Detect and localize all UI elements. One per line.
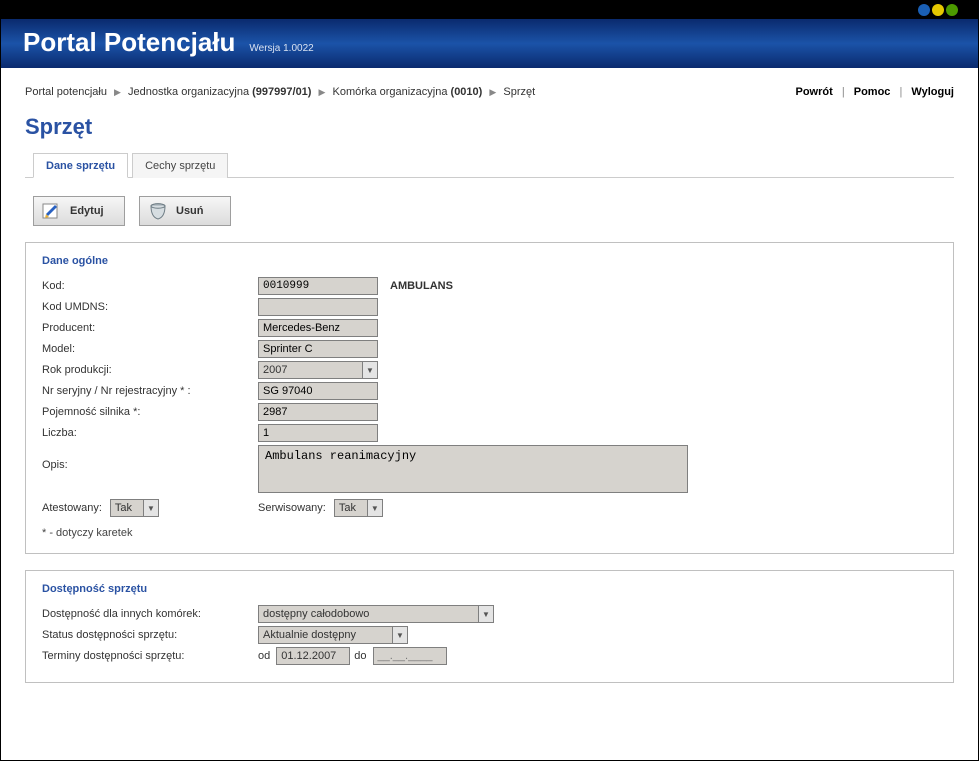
breadcrumb-leaf: Sprzęt bbox=[503, 86, 535, 98]
value-status: Aktualnie dostępny bbox=[263, 629, 392, 641]
breadcrumb-cell-label: Komórka organizacyjna bbox=[333, 86, 448, 98]
value-nr-ser: SG 97040 bbox=[258, 382, 378, 400]
breadcrumb-unit[interactable]: Jednostka organizacyjna (997997/01) bbox=[128, 86, 315, 98]
label-do: do bbox=[354, 650, 366, 662]
app-title: Portal Potencjału bbox=[23, 27, 235, 58]
topbar bbox=[1, 1, 978, 19]
section-availability: Dostępność sprzętu Dostępność dla innych… bbox=[25, 570, 954, 683]
label-serwisowany: Serwisowany: bbox=[258, 502, 326, 514]
value-atestowany-select[interactable]: Tak ▼ bbox=[110, 499, 159, 517]
label-dla-innych: Dostępność dla innych komórek: bbox=[42, 608, 258, 620]
dot-icon bbox=[946, 4, 958, 16]
label-od: od bbox=[258, 650, 270, 662]
value-serwisowany-select[interactable]: Tak ▼ bbox=[334, 499, 383, 517]
label-pojemnosc: Pojemność silnika *: bbox=[42, 406, 258, 418]
edit-icon bbox=[42, 201, 62, 221]
delete-button[interactable]: Usuń bbox=[139, 196, 231, 226]
value-date-from[interactable]: 01.12.2007 bbox=[276, 647, 350, 665]
dot-icon bbox=[918, 4, 930, 16]
value-liczba: 1 bbox=[258, 424, 378, 442]
page-title: Sprzęt bbox=[25, 114, 954, 140]
section-general-legend: Dane ogólne bbox=[42, 255, 937, 267]
delete-button-label: Usuń bbox=[176, 205, 204, 217]
chevron-down-icon: ▼ bbox=[143, 500, 158, 516]
back-link[interactable]: Powrót bbox=[795, 86, 832, 98]
toolbar: Edytuj Usuń bbox=[25, 196, 954, 226]
breadcrumb-root[interactable]: Portal potencjału bbox=[25, 86, 107, 98]
value-serwisowany: Tak bbox=[339, 502, 367, 514]
general-note: * - dotyczy karetek bbox=[42, 527, 937, 539]
breadcrumb-cell-code: (0010) bbox=[451, 86, 483, 98]
value-rok-select[interactable]: 2007 ▼ bbox=[258, 361, 378, 379]
label-status: Status dostępności sprzętu: bbox=[42, 629, 258, 641]
label-kod: Kod: bbox=[42, 280, 258, 292]
chevron-down-icon: ▼ bbox=[392, 627, 407, 643]
label-producent: Producent: bbox=[42, 322, 258, 334]
top-right-actions: Powrót | Pomoc | Wyloguj bbox=[795, 86, 954, 98]
chevron-right-icon: ▶ bbox=[489, 87, 496, 97]
chevron-down-icon: ▼ bbox=[362, 362, 377, 378]
section-availability-legend: Dostępność sprzętu bbox=[42, 583, 937, 595]
value-rok: 2007 bbox=[263, 364, 362, 376]
app-header: Portal Potencjału Wersja 1.0022 bbox=[1, 19, 978, 68]
separator: | bbox=[900, 86, 903, 98]
label-rok: Rok produkcji: bbox=[42, 364, 258, 376]
label-liczba: Liczba: bbox=[42, 427, 258, 439]
value-kod-side: AMBULANS bbox=[390, 280, 453, 292]
value-kod: 0010999 bbox=[258, 277, 378, 295]
label-atestowany: Atestowany: bbox=[42, 502, 102, 514]
chevron-right-icon: ▶ bbox=[114, 87, 121, 97]
value-date-to[interactable]: __.__.____ bbox=[373, 647, 447, 665]
separator: | bbox=[842, 86, 845, 98]
logout-link[interactable]: Wyloguj bbox=[911, 86, 954, 98]
edit-button[interactable]: Edytuj bbox=[33, 196, 125, 226]
logo-dots bbox=[918, 4, 958, 16]
dot-icon bbox=[932, 4, 944, 16]
value-pojemnosc: 2987 bbox=[258, 403, 378, 421]
value-dla-innych: dostępny całodobowo bbox=[263, 608, 478, 620]
value-status-select[interactable]: Aktualnie dostępny ▼ bbox=[258, 626, 408, 644]
value-dla-innych-select[interactable]: dostępny całodobowo ▼ bbox=[258, 605, 494, 623]
help-link[interactable]: Pomoc bbox=[854, 86, 891, 98]
breadcrumb-unit-code: (997997/01) bbox=[252, 86, 311, 98]
app-version: Wersja 1.0022 bbox=[249, 43, 313, 54]
label-nr-ser: Nr seryjny / Nr rejestracyjny * : bbox=[42, 385, 258, 397]
tab-cechy-sprzetu[interactable]: Cechy sprzętu bbox=[132, 153, 228, 178]
app-frame: Portal Potencjału Wersja 1.0022 Portal p… bbox=[0, 0, 979, 761]
tab-dane-sprzetu[interactable]: Dane sprzętu bbox=[33, 153, 128, 178]
label-terminy: Terminy dostępności sprzętu: bbox=[42, 650, 258, 662]
breadcrumb-unit-label: Jednostka organizacyjna bbox=[128, 86, 249, 98]
chevron-down-icon: ▼ bbox=[478, 606, 493, 622]
value-kod-umdns bbox=[258, 298, 378, 316]
trash-icon bbox=[148, 201, 168, 221]
chevron-right-icon: ▶ bbox=[319, 87, 326, 97]
chevron-down-icon: ▼ bbox=[367, 500, 382, 516]
edit-button-label: Edytuj bbox=[70, 205, 104, 217]
value-model: Sprinter C bbox=[258, 340, 378, 358]
label-opis: Opis: bbox=[42, 445, 258, 471]
section-general: Dane ogólne Kod: 0010999 AMBULANS Kod UM… bbox=[25, 242, 954, 554]
label-model: Model: bbox=[42, 343, 258, 355]
breadcrumb-cell[interactable]: Komórka organizacyjna (0010) bbox=[333, 86, 486, 98]
value-producent: Mercedes-Benz bbox=[258, 319, 378, 337]
breadcrumb: Portal potencjału ▶ Jednostka organizacy… bbox=[25, 86, 535, 98]
value-opis: Ambulans reanimacyjny bbox=[258, 445, 688, 493]
label-kod-umdns: Kod UMDNS: bbox=[42, 301, 258, 313]
value-atestowany: Tak bbox=[115, 502, 143, 514]
tabs: Dane sprzętu Cechy sprzętu bbox=[25, 152, 954, 178]
